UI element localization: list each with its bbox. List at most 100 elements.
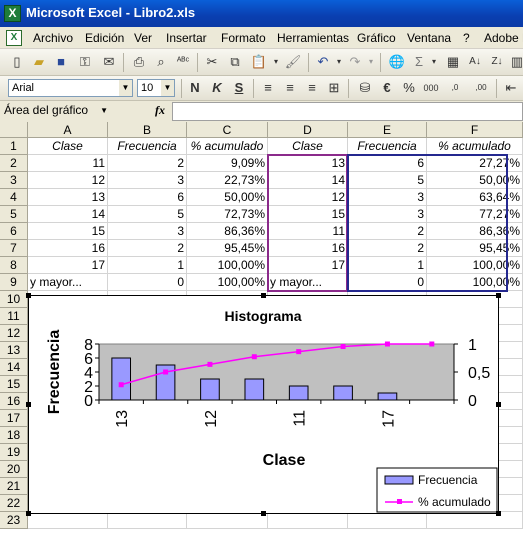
column-header-d[interactable]: D [268, 122, 348, 138]
menu-help[interactable]: ? [463, 31, 470, 45]
y-axis[interactable]: 02468 [84, 337, 100, 410]
chart-resize-handle-nw[interactable] [26, 293, 31, 298]
y-axis-title[interactable]: Frecuencia [46, 330, 63, 415]
cell-c8[interactable]: 100,00% [187, 257, 268, 274]
align-center-icon[interactable]: ≡ [281, 79, 299, 97]
row-header-21[interactable]: 21 [0, 478, 28, 495]
row-header-19[interactable]: 19 [0, 444, 28, 461]
document-icon[interactable]: X [6, 30, 22, 46]
row-header-6[interactable]: 6 [0, 223, 28, 240]
chevron-down-icon[interactable]: ▼ [100, 102, 108, 119]
row-header-20[interactable]: 20 [0, 461, 28, 478]
cell-b7[interactable]: 2 [108, 240, 187, 257]
redo-dropdown-icon[interactable]: ▾ [362, 53, 380, 71]
cell-c3[interactable]: 22,73% [187, 172, 268, 189]
row-header-10[interactable]: 10 [0, 291, 28, 308]
chevron-down-icon[interactable]: ▼ [161, 80, 174, 96]
cell-c1[interactable]: % acumulado [187, 138, 268, 155]
menu-grafico[interactable]: Gráfico [357, 31, 396, 45]
align-left-icon[interactable]: ≡ [259, 79, 277, 97]
menu-adobe-pdf[interactable]: Adobe PDF [484, 31, 523, 45]
permission-icon[interactable]: ⚿ [76, 53, 94, 71]
chart-resize-handle-s[interactable] [261, 511, 266, 516]
chart-resize-handle-se[interactable] [496, 511, 501, 516]
bar-15[interactable] [244, 378, 265, 401]
line-point-14[interactable] [163, 369, 169, 375]
line-point-16[interactable] [340, 344, 346, 350]
row-header-12[interactable]: 12 [0, 325, 28, 342]
bar-13[interactable] [111, 357, 132, 401]
merge-center-icon[interactable]: ⊞ [325, 79, 343, 97]
align-right-icon[interactable]: ≡ [303, 79, 321, 97]
histogram-chart[interactable]: Histograma 02468 00,51 13 12 11 17 Frecuenc… [29, 296, 498, 513]
cell-b9[interactable]: 0 [108, 274, 187, 291]
menu-ver[interactable]: Ver [134, 31, 152, 45]
secondary-y-axis[interactable]: 00,51 [453, 337, 490, 410]
column-header-e[interactable]: E [348, 122, 427, 138]
cut-icon[interactable]: ✂ [203, 53, 221, 71]
menu-formato[interactable]: Formato [221, 31, 266, 45]
name-box[interactable]: Área del gráfico ▼ [2, 102, 110, 121]
x-axis-title[interactable]: Clase [263, 452, 306, 469]
line-point-15[interactable] [251, 354, 257, 360]
currency-icon[interactable]: ⛁ [356, 79, 374, 97]
cell-b3[interactable]: 3 [108, 172, 187, 189]
insert-function-fx-icon[interactable]: fx [155, 103, 165, 118]
chart-title[interactable]: Histograma [224, 308, 301, 324]
new-icon[interactable]: ▯ [8, 53, 26, 71]
autosum-dropdown-icon[interactable]: ▾ [425, 53, 443, 71]
row-header-5[interactable]: 5 [0, 206, 28, 223]
cell-a4[interactable]: 13 [28, 189, 108, 206]
cell-c2[interactable]: 9,09% [187, 155, 268, 172]
cell-d1[interactable]: Clase [268, 138, 348, 155]
cell-b5[interactable]: 5 [108, 206, 187, 223]
column-header-c[interactable]: C [187, 122, 268, 138]
print-icon[interactable]: ⎙ [130, 53, 148, 71]
cell-e1[interactable]: Frecuencia [348, 138, 427, 155]
cell-b4[interactable]: 6 [108, 189, 187, 206]
row-header-23[interactable]: 23 [0, 512, 28, 529]
menu-archivo[interactable]: Archivo [33, 31, 73, 45]
insert-function-icon[interactable]: ▦ [444, 53, 462, 71]
email-icon[interactable]: ✉ [100, 53, 118, 71]
row-header-17[interactable]: 17 [0, 410, 28, 427]
copy-icon[interactable]: ⧉ [226, 53, 244, 71]
row-header-2[interactable]: 2 [0, 155, 28, 172]
row-header-16[interactable]: 16 [0, 393, 28, 410]
decrease-decimal-icon[interactable]: ,00 ,0 [472, 79, 490, 110]
hyperlink-icon[interactable]: 🌐 [388, 53, 406, 71]
row-header-3[interactable]: 3 [0, 172, 28, 189]
cell-a7[interactable]: 16 [28, 240, 108, 257]
row-header-11[interactable]: 11 [0, 308, 28, 325]
font-size-combo[interactable]: 10 ▼ [137, 79, 175, 97]
column-header-f[interactable]: F [427, 122, 523, 138]
bar-11[interactable] [288, 385, 309, 401]
select-all-corner[interactable] [0, 122, 28, 138]
menu-insertar[interactable]: Insertar [166, 31, 207, 45]
row-header-7[interactable]: 7 [0, 240, 28, 257]
plot-area[interactable] [98, 343, 455, 401]
spelling-icon[interactable]: ᴬᴮᶜ [174, 53, 192, 71]
font-name-combo[interactable]: Arial ▼ [8, 79, 133, 97]
formula-input[interactable] [172, 102, 523, 121]
cell-a5[interactable]: 14 [28, 206, 108, 223]
row-header-22[interactable]: 22 [0, 495, 28, 512]
line-point-11[interactable] [296, 349, 302, 355]
chart-area[interactable]: Histograma 02468 0 0,5 1 13 12 11 17 Frecuenc… [26, 293, 501, 516]
cell-a2[interactable]: 11 [28, 155, 108, 172]
menu-ventana[interactable]: Ventana [407, 31, 451, 45]
thousands-icon[interactable]: 000 [422, 79, 440, 97]
bold-icon[interactable]: N [186, 79, 204, 97]
cell-c6[interactable]: 86,36% [187, 223, 268, 240]
chart-resize-handle-sw[interactable] [26, 511, 31, 516]
cell-b8[interactable]: 1 [108, 257, 187, 274]
cell-a9[interactable]: y mayor... [28, 274, 108, 291]
row-header-18[interactable]: 18 [0, 427, 28, 444]
cell-a1[interactable]: Clase [28, 138, 108, 155]
line-point-13[interactable] [118, 382, 124, 388]
chart-legend[interactable]: Frecuencia % acumulado [376, 467, 498, 513]
row-header-15[interactable]: 15 [0, 376, 28, 393]
cell-b2[interactable]: 2 [108, 155, 187, 172]
chart-resize-handle-w[interactable] [26, 402, 31, 407]
line-point-17[interactable] [384, 341, 390, 347]
